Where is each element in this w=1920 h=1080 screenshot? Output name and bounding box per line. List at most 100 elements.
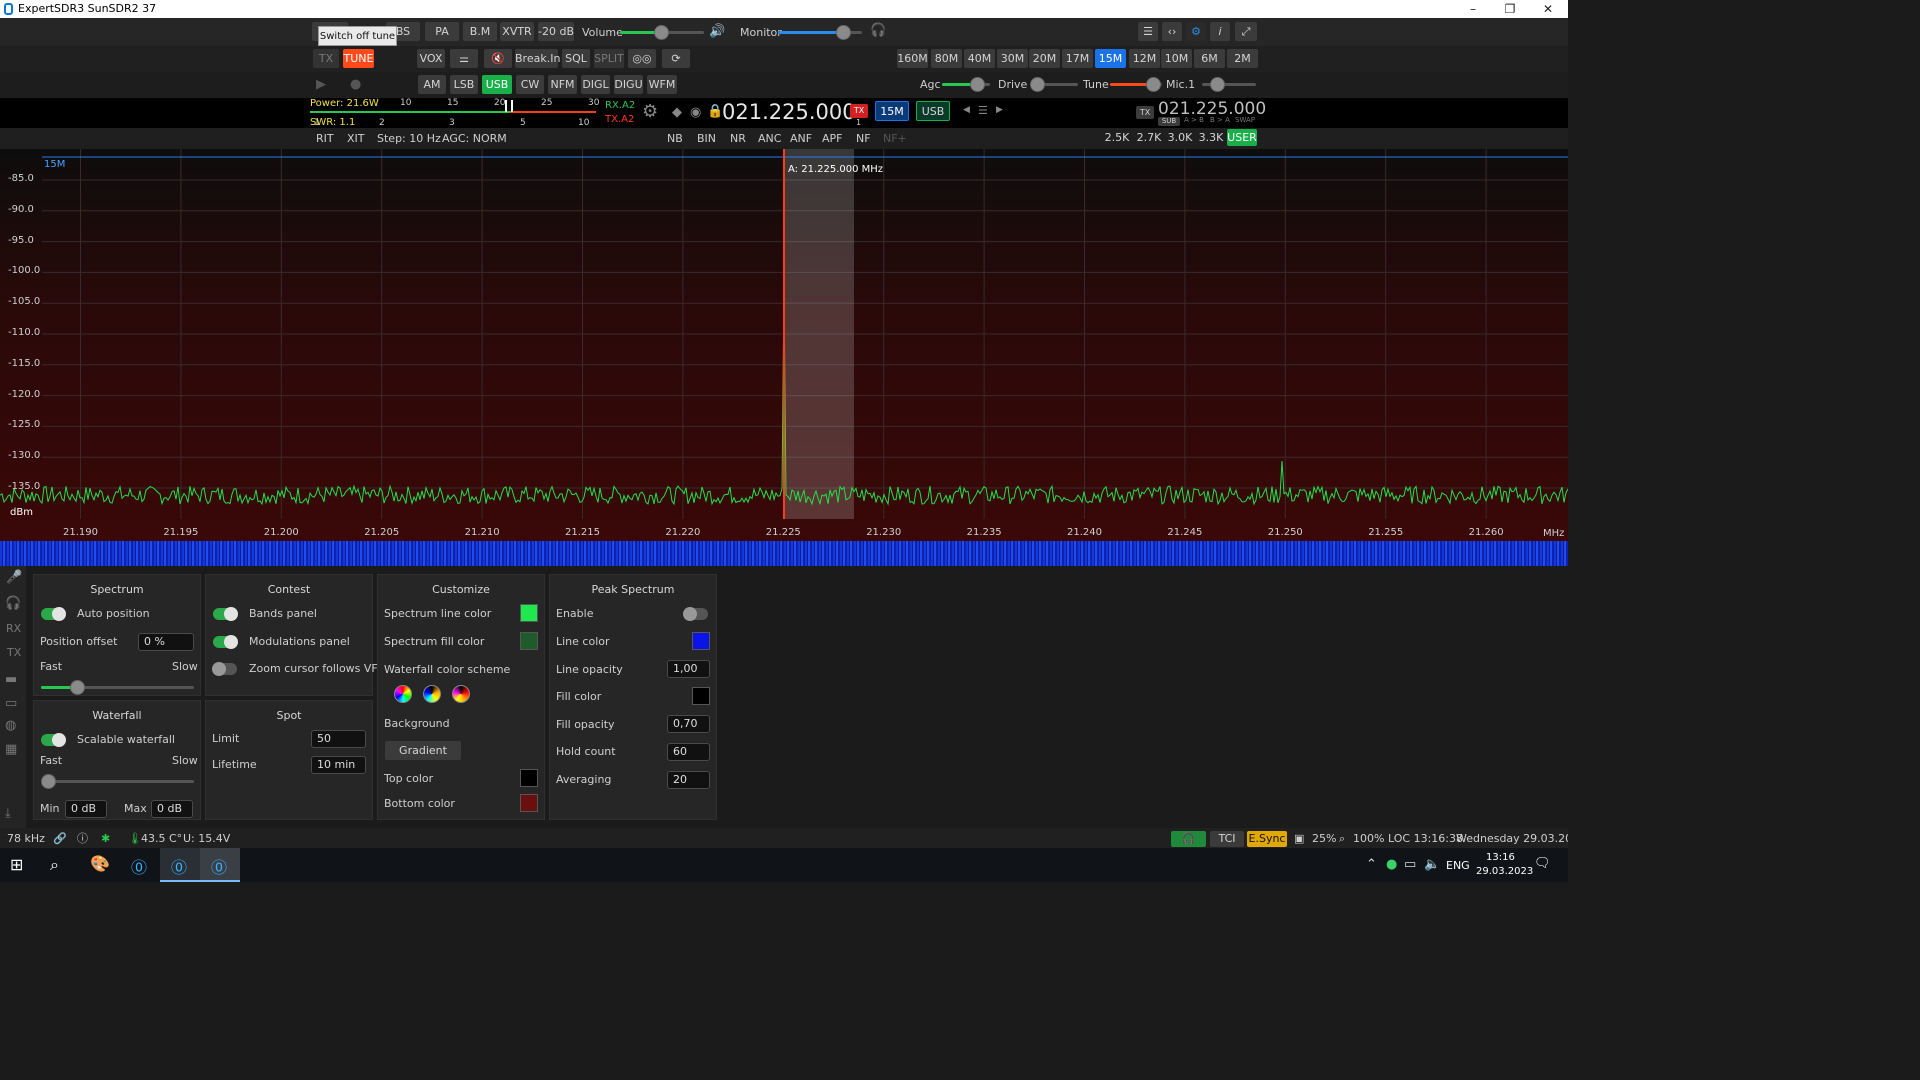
spectrum-plot[interactable] xyxy=(0,149,1568,542)
dsp-button-nr[interactable]: NR xyxy=(730,132,746,145)
agc-slider[interactable] xyxy=(942,77,990,92)
network-icon[interactable]: ▭ xyxy=(1404,857,1416,872)
tray-chevron-icon[interactable]: ⌃ xyxy=(1366,857,1377,872)
mute-icon[interactable]: 🔇 xyxy=(484,49,512,68)
agc-mode-selector[interactable]: AGC: NORM xyxy=(442,132,507,145)
vfo-b-tx-badge[interactable]: TX xyxy=(1136,106,1154,119)
mode-button-nfm[interactable]: NFM xyxy=(548,75,577,94)
mic-slider[interactable] xyxy=(1202,77,1256,92)
gradient-button[interactable]: Gradient xyxy=(385,741,461,760)
record-dot-icon[interactable]: ● xyxy=(350,77,361,92)
top-color-swatch[interactable] xyxy=(520,769,538,787)
peak-enable-toggle[interactable] xyxy=(683,607,708,621)
b-to-a-button[interactable]: B > A xyxy=(1210,116,1230,124)
volume-slider[interactable] xyxy=(620,25,704,40)
vfo-a-band[interactable]: 15M xyxy=(875,101,909,121)
mode-button-lsb[interactable]: LSB xyxy=(450,75,478,94)
spot-limit-input[interactable]: 50 xyxy=(311,730,366,748)
band-button-2m[interactable]: 2M xyxy=(1227,49,1258,68)
hold-count-input[interactable]: 60 xyxy=(667,743,710,761)
headphone-status-icon[interactable]: 🎧 xyxy=(1171,831,1206,847)
windows-start-icon[interactable]: ⊞ xyxy=(10,855,23,874)
sdr-app-icon-1[interactable]: ⓪ xyxy=(131,854,147,878)
band-button-17m[interactable]: 17M xyxy=(1062,49,1093,68)
volume-tray-icon[interactable]: 🔈 xyxy=(1424,857,1440,872)
taskbar-date[interactable]: 29.03.2023 xyxy=(1476,866,1533,877)
dsp-button-nf[interactable]: NF xyxy=(856,132,871,145)
band-button-12m[interactable]: 12M xyxy=(1129,49,1160,68)
scheme-fire-icon[interactable] xyxy=(452,685,470,703)
bandwidth-button-user[interactable]: USER xyxy=(1227,129,1257,146)
target-icon[interactable]: ◉ xyxy=(690,105,701,120)
breakin-button[interactable]: Break.In xyxy=(515,49,560,68)
bandwidth-button-2.7k[interactable]: 2.7K xyxy=(1134,129,1164,146)
band-button-6m[interactable]: 6M xyxy=(1194,49,1225,68)
esync-button[interactable]: E.Sync xyxy=(1247,831,1287,847)
vfo-a-tx-badge[interactable]: TX xyxy=(850,104,868,118)
peak-line-color-swatch[interactable] xyxy=(692,632,710,650)
tx-antenna[interactable]: TX.A2 xyxy=(605,114,634,125)
scheme-thermal-icon[interactable] xyxy=(423,685,441,703)
link-icon[interactable]: 🔗 xyxy=(53,831,67,847)
code-icon[interactable]: ‹› xyxy=(1162,22,1182,41)
dsp-button-nb[interactable]: NB xyxy=(667,132,683,145)
keyer-icon[interactable]: ▬ xyxy=(5,672,17,687)
headset-icon[interactable]: 🎧 xyxy=(5,596,21,611)
tune-power-slider[interactable] xyxy=(1110,77,1162,92)
waterfall-speed-slider[interactable] xyxy=(41,774,194,789)
band-button-20m[interactable]: 20M xyxy=(1029,49,1060,68)
sql-button[interactable]: SQL xyxy=(562,49,590,68)
waterfall-display[interactable] xyxy=(0,541,1568,566)
spectrum-speed-slider[interactable] xyxy=(41,680,194,695)
pin-icon[interactable]: ◆ xyxy=(672,105,682,120)
waterfall-min-input[interactable]: 0 dB xyxy=(65,800,107,818)
lock-icon[interactable]: 🔒 xyxy=(707,104,723,119)
sidebar-rx[interactable]: RX xyxy=(6,622,21,635)
vfo-a-mode[interactable]: USB xyxy=(916,101,950,121)
bandwidth-button-2.5k[interactable]: 2.5K xyxy=(1102,129,1132,146)
bm-button[interactable]: B.M xyxy=(463,22,497,41)
band-button-80m[interactable]: 80M xyxy=(931,49,962,68)
drive-slider[interactable] xyxy=(1030,77,1078,92)
taskbar-time[interactable]: 13:16 xyxy=(1486,852,1515,863)
record-icon[interactable]: ⟳ xyxy=(662,49,690,68)
filter-passband[interactable] xyxy=(784,149,854,519)
bandwidth-button-3.3k[interactable]: 3.3K xyxy=(1196,129,1226,146)
band-button-30m[interactable]: 30M xyxy=(997,49,1028,68)
dsp-button-nf-plus[interactable]: NF+ xyxy=(883,132,907,145)
mic-icon[interactable]: 🎤 xyxy=(6,570,22,585)
band-button-15m[interactable]: 15M xyxy=(1095,49,1126,68)
mode-button-usb[interactable]: USB xyxy=(482,75,512,94)
dial-icon[interactable]: ⚙ xyxy=(642,101,658,122)
auto-position-toggle[interactable] xyxy=(41,607,66,621)
bottom-color-swatch[interactable] xyxy=(520,794,538,812)
fullscreen-icon[interactable]: ⤢ xyxy=(1235,22,1257,41)
band-button-160m[interactable]: 160M xyxy=(897,49,928,68)
mode-button-wfm[interactable]: WFM xyxy=(647,75,677,94)
mode-button-digu[interactable]: DIGU xyxy=(614,75,643,94)
mode-button-am[interactable]: AM xyxy=(418,75,446,94)
maximize-button[interactable]: ❐ xyxy=(1490,0,1530,18)
dsp-button-bin[interactable]: BIN xyxy=(697,132,716,145)
window-icon[interactable]: ▭ xyxy=(5,696,17,711)
band-button-10m[interactable]: 10M xyxy=(1161,49,1192,68)
menu-icon[interactable]: ☰ xyxy=(978,104,988,117)
notification-icon[interactable]: 🗨 xyxy=(1534,856,1551,871)
tape-icon[interactable]: ◎◎ xyxy=(628,49,656,68)
modulations-panel-toggle[interactable] xyxy=(213,635,238,649)
vfo-a-frequency[interactable]: 021.225.000 xyxy=(722,100,856,124)
dsp-button-anc[interactable]: ANC xyxy=(758,132,781,145)
close-button[interactable]: ✕ xyxy=(1528,0,1568,18)
rx-antenna[interactable]: RX.A2 xyxy=(605,100,635,111)
mode-button-cw[interactable]: CW xyxy=(516,75,544,94)
tray-app-icon[interactable]: ● xyxy=(1386,857,1397,872)
swap-button[interactable]: SWAP xyxy=(1235,116,1255,124)
xvtr-button[interactable]: XVTR xyxy=(500,22,534,41)
pa-button[interactable]: PA xyxy=(425,22,459,41)
spectrum-display[interactable]: 15M A: 21.225.000 MHz -85.0 -90.0 -95.0 -10… xyxy=(0,149,1568,542)
band-button-40m[interactable]: 40M xyxy=(964,49,995,68)
settings-icon[interactable]: ⚙ xyxy=(1186,22,1206,41)
sidebar-tx[interactable]: TX xyxy=(7,646,21,659)
spot-lifetime-input[interactable]: 10 min xyxy=(311,756,366,774)
a-to-b-button[interactable]: A > B xyxy=(1184,116,1204,124)
